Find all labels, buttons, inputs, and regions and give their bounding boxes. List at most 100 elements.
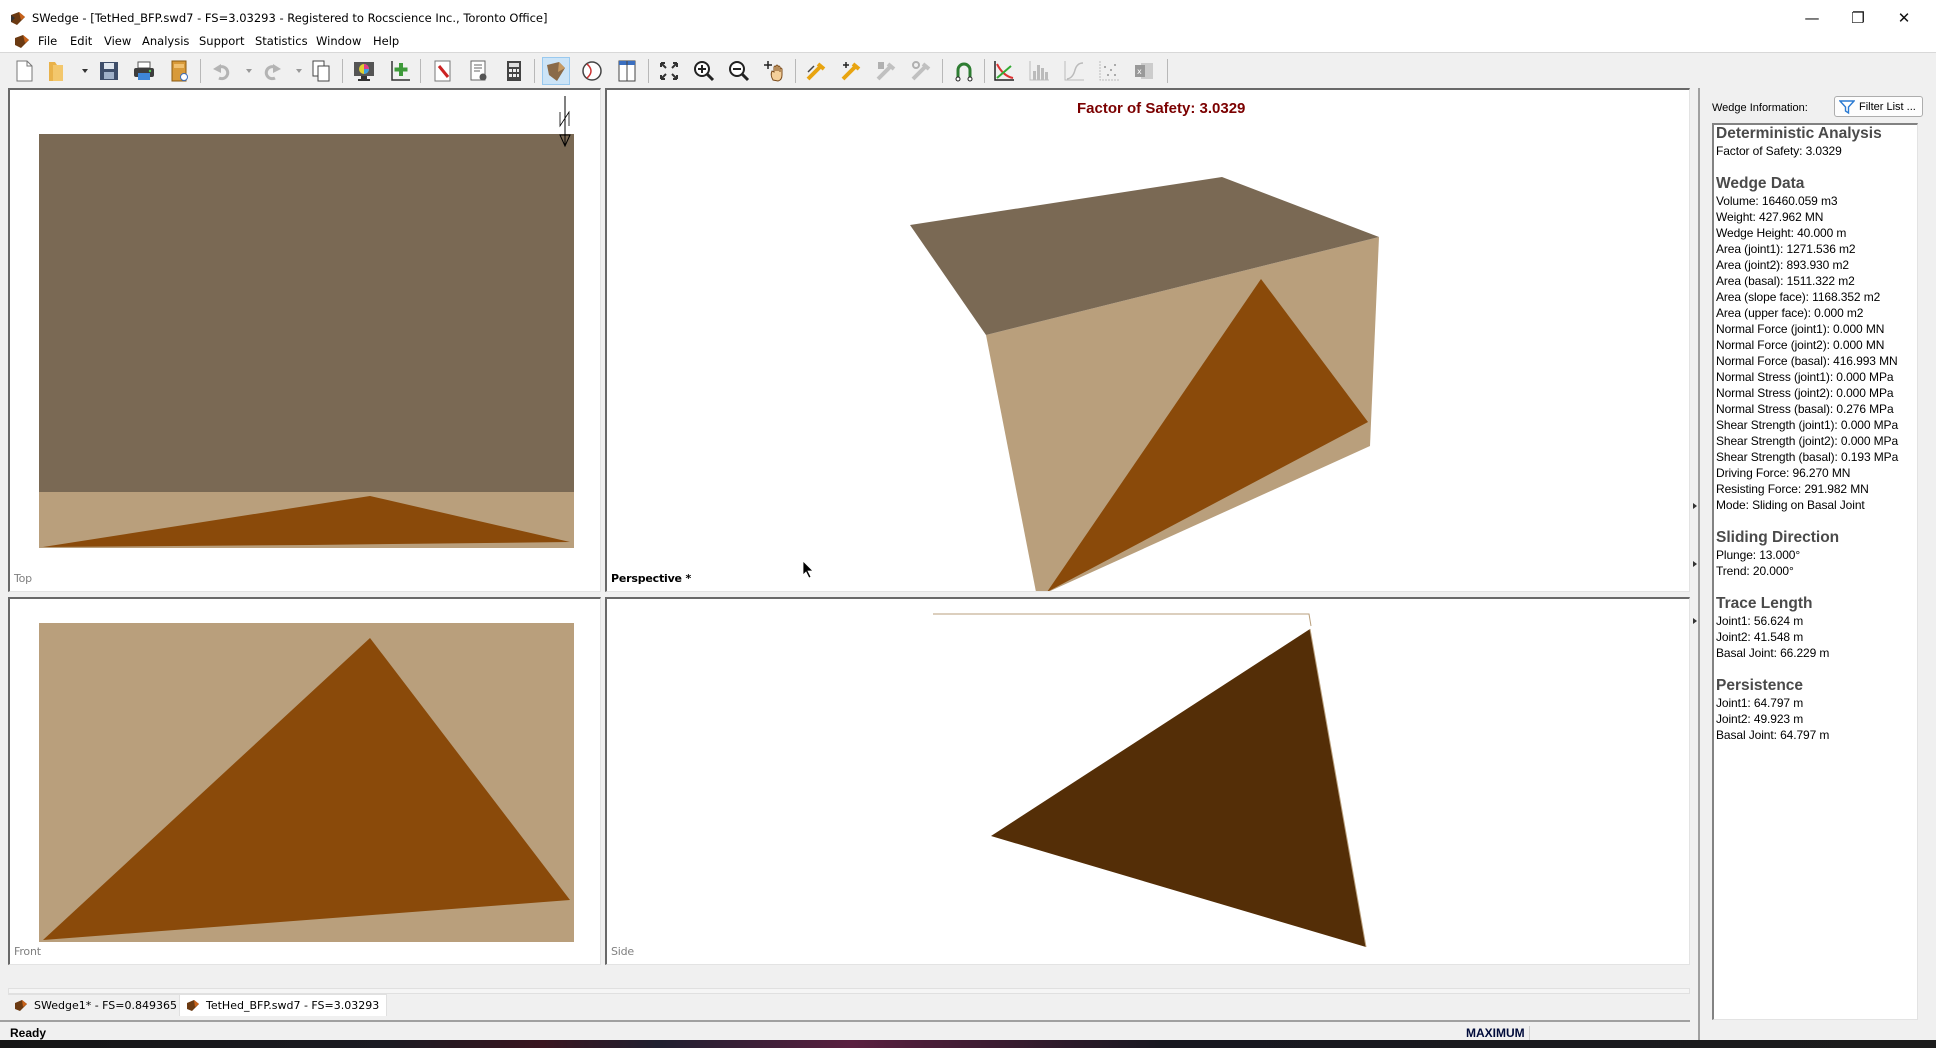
document-system-menu-icon[interactable] xyxy=(14,35,30,49)
redo-button[interactable] xyxy=(258,57,286,85)
info-line: Basal Joint: 64.797 m xyxy=(1716,728,1830,742)
print-button[interactable] xyxy=(130,57,158,85)
sensitivity-plot-icon xyxy=(994,61,1014,81)
scatter-plot-icon xyxy=(1099,61,1119,81)
wedge-information-list[interactable]: Deterministic Analysis Factor of Safety: … xyxy=(1712,123,1918,1020)
info-line: Normal Force (joint2): 0.000 MN xyxy=(1716,338,1885,352)
stereonet-view-button[interactable] xyxy=(578,57,606,85)
document-tab-label: SWedge1* - FS=0.849365 xyxy=(34,999,177,1012)
info-line: Weight: 427.962 MN xyxy=(1716,210,1824,224)
open-dropdown-arrow[interactable] xyxy=(82,69,88,73)
document-properties-icon xyxy=(171,60,188,82)
info-line: Area (slope face): 1168.352 m2 xyxy=(1716,290,1881,304)
delete-bolt-button[interactable] xyxy=(872,57,900,85)
info-line: Normal Stress (joint1): 0.000 MPa xyxy=(1716,370,1894,384)
cumulative-plot-icon xyxy=(1064,61,1084,81)
menu-statistics[interactable]: Statistics xyxy=(252,34,311,48)
document-tab-swedge1[interactable]: SWedge1* - FS=0.849365 xyxy=(8,994,179,1016)
redo-dropdown-arrow[interactable] xyxy=(296,69,302,73)
add-bolt-button[interactable] xyxy=(837,57,865,85)
info-line: Basal Joint: 66.229 m xyxy=(1716,646,1830,660)
info-line: Volume: 16460.059 m3 xyxy=(1716,194,1838,208)
edit-bolt-button[interactable] xyxy=(802,57,830,85)
save-button[interactable] xyxy=(95,57,123,85)
magnet-button[interactable] xyxy=(950,57,978,85)
info-line: Area (joint1): 1271.536 m2 xyxy=(1716,242,1856,256)
copy-icon xyxy=(312,60,330,82)
histogram-button[interactable] xyxy=(1025,57,1053,85)
zoom-out-icon xyxy=(729,61,750,82)
copy-button[interactable] xyxy=(307,57,335,85)
info-line: Normal Force (basal): 416.993 MN xyxy=(1716,354,1898,368)
menu-window[interactable]: Window xyxy=(313,34,364,48)
close-window-button[interactable]: ✕ xyxy=(1881,4,1927,32)
info-line: Joint2: 49.923 m xyxy=(1716,712,1804,726)
pan-button[interactable] xyxy=(760,57,788,85)
magnet-icon xyxy=(955,62,973,82)
document-properties-button[interactable] xyxy=(165,57,193,85)
info-section: Wedge Data Volume: 16460.059 m3 Weight: 42… xyxy=(1716,175,1915,513)
splitter-collapse-arrow[interactable] xyxy=(1693,618,1697,624)
menu-analysis[interactable]: Analysis xyxy=(139,34,192,48)
undo-button[interactable] xyxy=(208,57,236,85)
document-tab-tethed-bfp[interactable]: TetHed_BFP.swd7 - FS=3.03293 xyxy=(179,994,387,1016)
front-view-viewport[interactable]: Front xyxy=(8,597,601,965)
cumulative-plot-button[interactable] xyxy=(1060,57,1088,85)
new-file-button[interactable] xyxy=(10,57,38,85)
side-view-viewport[interactable]: Side xyxy=(605,597,1690,965)
toolbar-separator xyxy=(420,59,421,83)
compute-button[interactable] xyxy=(500,57,528,85)
menu-view[interactable]: View xyxy=(101,34,134,48)
display-options-button[interactable] xyxy=(350,57,378,85)
project-settings-button[interactable] xyxy=(465,57,493,85)
restore-window-button[interactable]: ❐ xyxy=(1835,4,1881,32)
info-section: Persistence Joint1: 64.797 m Joint2: 49.92… xyxy=(1716,677,1915,743)
split-view-button[interactable] xyxy=(613,57,641,85)
wedge-view-button[interactable] xyxy=(542,57,570,85)
zoom-out-button[interactable] xyxy=(725,57,753,85)
splitter-collapse-arrow[interactable] xyxy=(1693,561,1697,567)
open-file-button[interactable] xyxy=(42,57,70,85)
perspective-view-viewport[interactable]: Factor of Safety: 3.0329 Perspective * xyxy=(605,88,1690,592)
zoom-all-button[interactable] xyxy=(655,57,683,85)
add-axis-button[interactable] xyxy=(386,57,414,85)
top-view-label: Top xyxy=(14,572,32,585)
add-chart-axis-icon xyxy=(391,61,410,81)
scatter-plot-button[interactable] xyxy=(1095,57,1123,85)
top-view-viewport[interactable]: Top xyxy=(8,88,601,592)
desktop-background-strip xyxy=(0,1040,1936,1048)
menu-edit[interactable]: Edit xyxy=(67,34,95,48)
edit-input-icon xyxy=(434,60,451,82)
document-tabs: SWedge1* - FS=0.849365 TetHed_BFP.swd7 -… xyxy=(8,994,1690,1016)
swedge-document-icon xyxy=(187,999,199,1011)
filter-list-label: Filter List ... xyxy=(1859,100,1916,113)
info-line: Trend: 20.000° xyxy=(1716,564,1794,578)
front-view-drawing xyxy=(39,623,574,942)
perspective-view-drawing xyxy=(910,177,1379,591)
menu-help[interactable]: Help xyxy=(370,34,402,48)
edit-input-button[interactable] xyxy=(429,57,457,85)
filter-list-button[interactable]: Filter List ... xyxy=(1834,96,1923,117)
wedge-3d-view-icon xyxy=(547,62,565,81)
toolbar-separator xyxy=(1167,59,1168,83)
info-line: Wedge Height: 40.000 m xyxy=(1716,226,1847,240)
menu-file[interactable]: File xyxy=(35,34,60,48)
print-icon xyxy=(134,61,154,80)
display-options-icon xyxy=(354,62,374,81)
undo-dropdown-arrow[interactable] xyxy=(246,69,252,73)
menu-support[interactable]: Support xyxy=(196,34,247,48)
info-line: Area (basal): 1511.322 m2 xyxy=(1716,274,1855,288)
info-section: Deterministic Analysis Factor of Safety: … xyxy=(1716,125,1915,159)
save-icon xyxy=(100,62,118,80)
splitter-collapse-arrow[interactable] xyxy=(1693,503,1697,509)
zoom-in-button[interactable] xyxy=(690,57,718,85)
redo-icon xyxy=(264,64,281,81)
bolt-properties-button[interactable] xyxy=(907,57,935,85)
document-tab-label: TetHed_BFP.swd7 - FS=3.03293 xyxy=(206,999,380,1012)
new-file-icon xyxy=(16,60,33,82)
minimize-window-button[interactable]: — xyxy=(1789,4,1835,32)
toolbar-separator xyxy=(648,59,649,83)
delete-bolt-icon xyxy=(876,62,896,81)
export-excel-button[interactable]: x xyxy=(1130,57,1158,85)
sensitivity-plot-button[interactable] xyxy=(990,57,1018,85)
